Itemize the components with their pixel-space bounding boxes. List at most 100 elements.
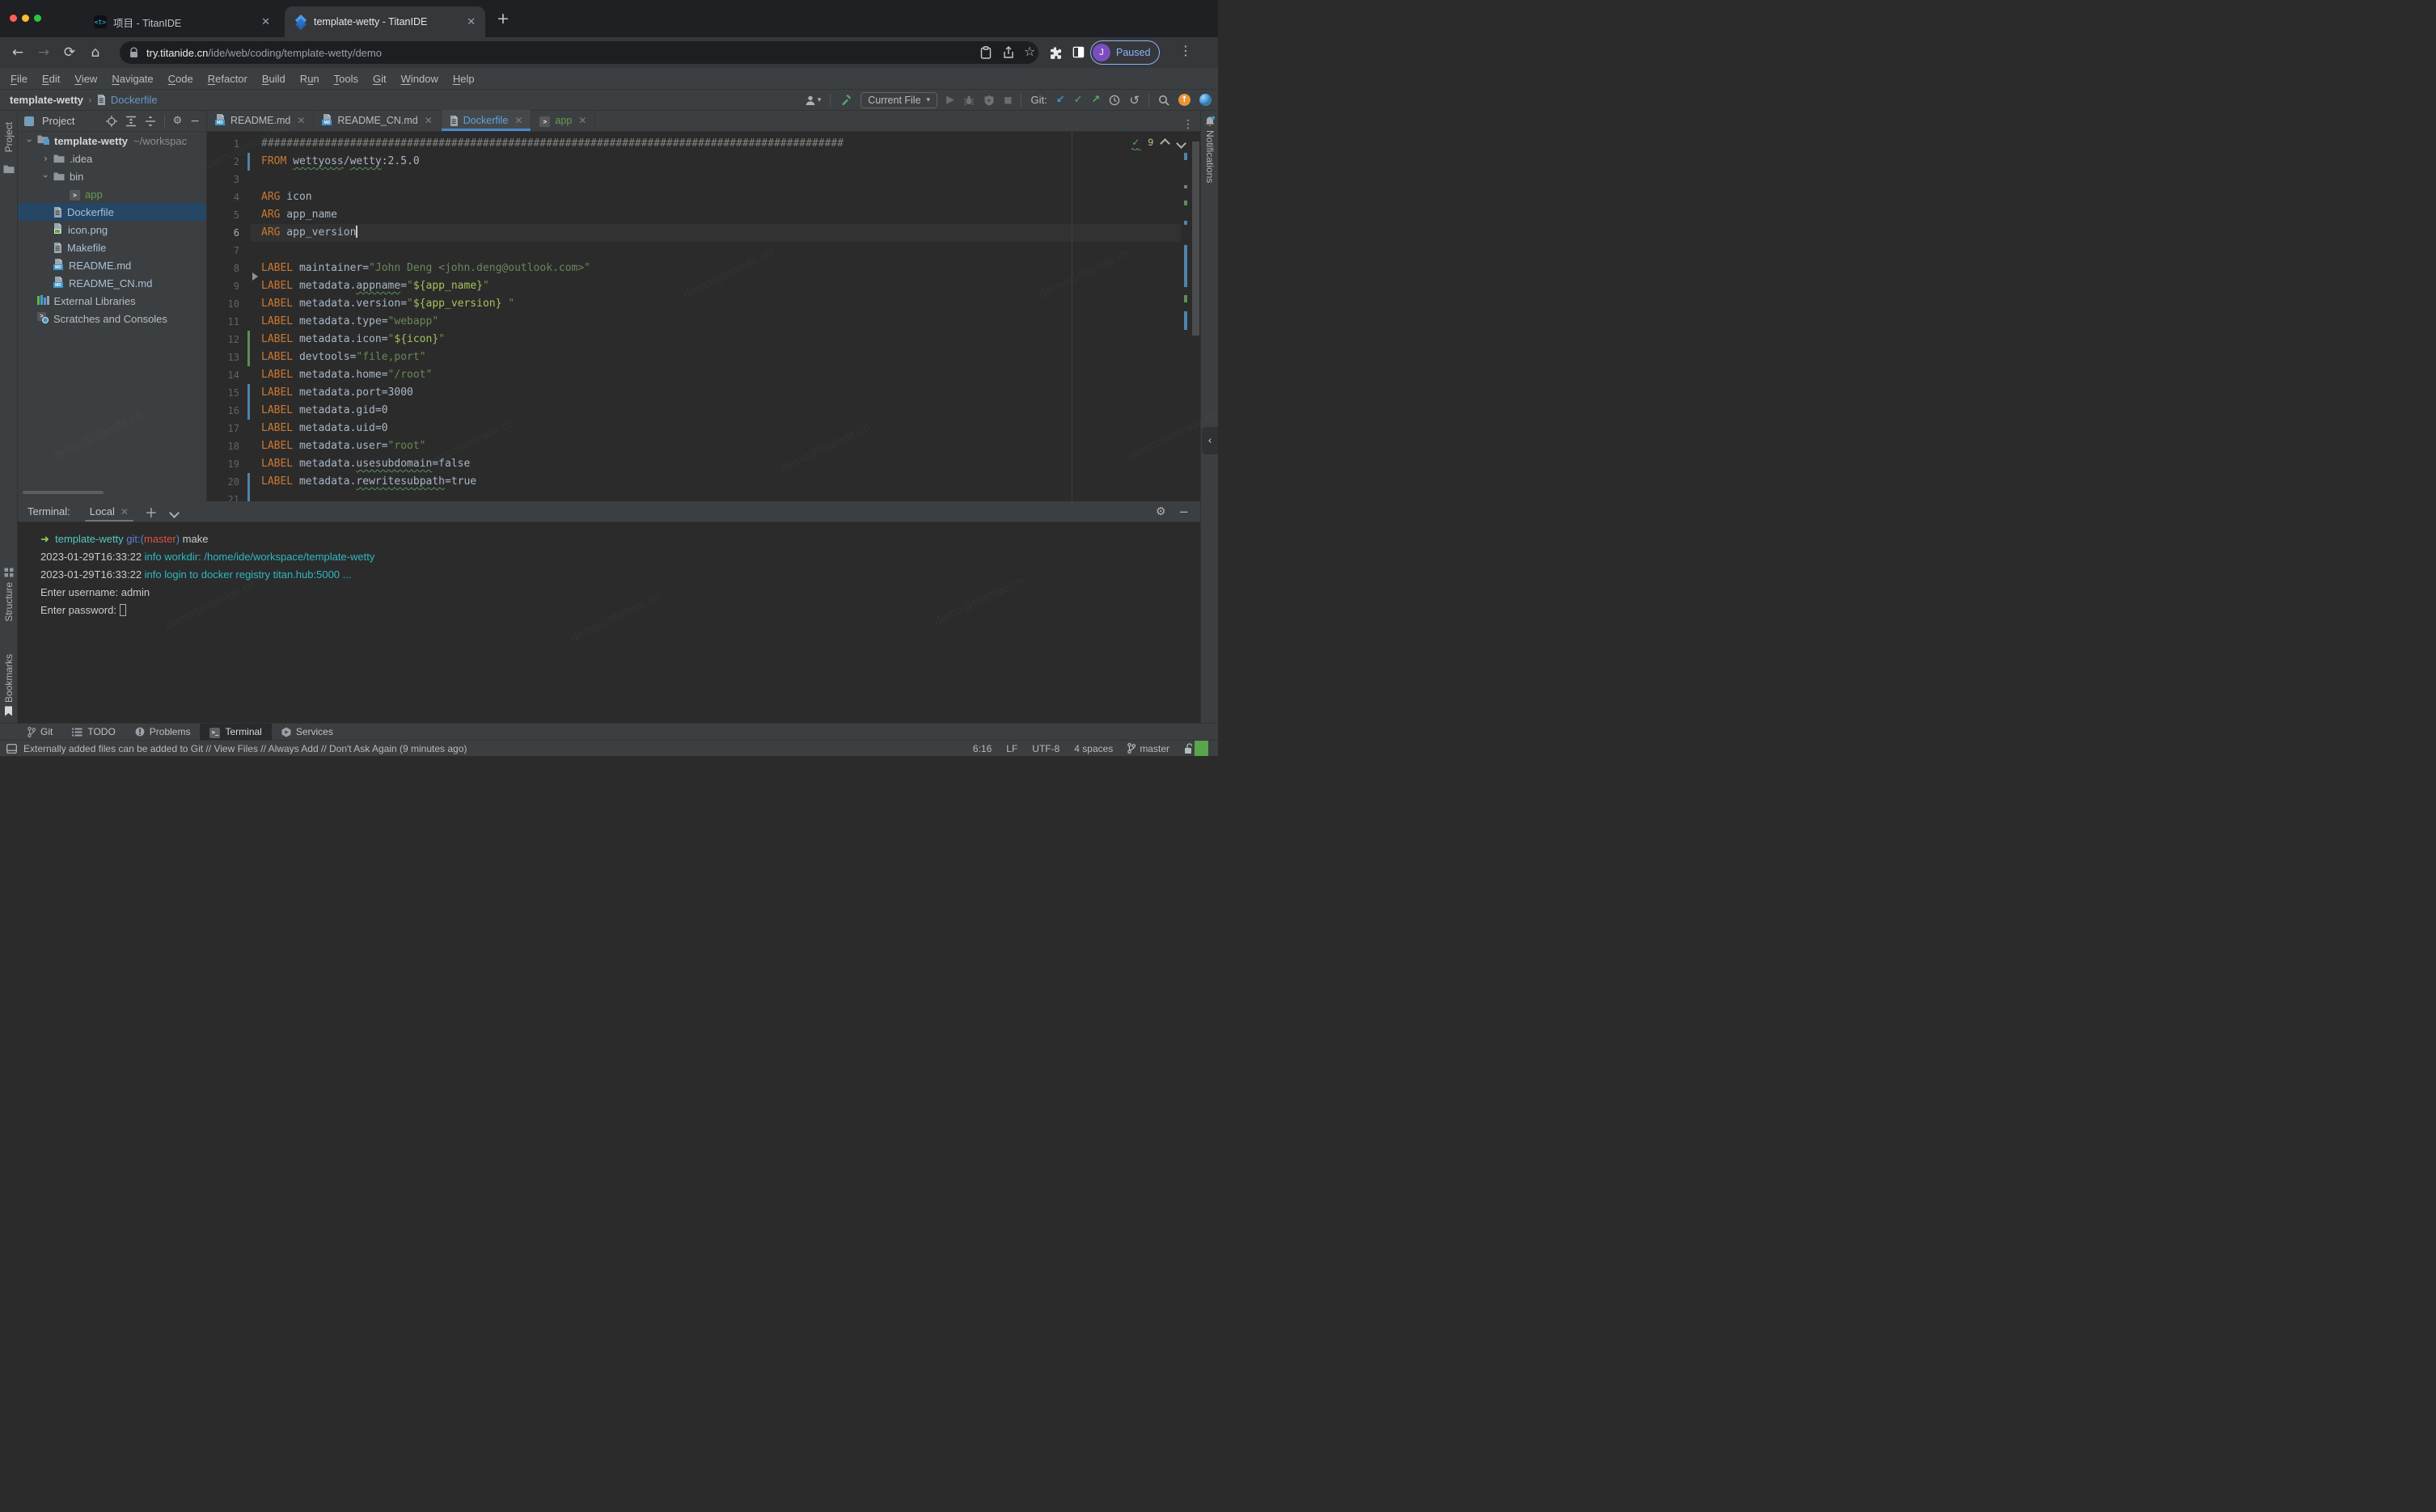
reload-icon[interactable]: ⟳: [57, 44, 82, 61]
menu-help[interactable]: Help: [446, 73, 482, 85]
mac-close-button[interactable]: [10, 15, 17, 22]
tool-window-button-problems[interactable]: Problems: [125, 724, 201, 741]
editor-tab-dockerfile[interactable]: Dockerfile✕: [442, 110, 532, 131]
tree-chevron-icon[interactable]: ›: [24, 137, 36, 146]
bookmark-star-icon[interactable]: ☆: [1024, 44, 1035, 59]
tool-window-button-todo[interactable]: TODO: [62, 724, 125, 741]
terminal-tab-close-icon[interactable]: ✕: [121, 506, 129, 517]
tool-window-button-terminal[interactable]: >_Terminal: [200, 724, 271, 741]
menu-window[interactable]: Window: [394, 73, 446, 85]
stripe-mark[interactable]: [1184, 185, 1187, 188]
unlock-icon[interactable]: [1184, 743, 1194, 754]
tool-tab-notifications[interactable]: Notifications: [1204, 130, 1216, 183]
kebab-menu-icon[interactable]: ⋮: [1179, 43, 1192, 58]
tree-item-readme-cn-md[interactable]: MDREADME_CN.md: [18, 274, 206, 292]
debug-bug-icon[interactable]: [963, 95, 975, 106]
stripe-mark[interactable]: [1184, 221, 1187, 225]
browser-tab-project[interactable]: <t> 项目 - TitanIDE ✕: [86, 8, 278, 36]
tree-item-dockerfile[interactable]: Dockerfile: [18, 203, 206, 221]
git-branch-widget[interactable]: master: [1127, 743, 1169, 754]
tab-close-icon[interactable]: ✕: [261, 15, 270, 28]
stripe-mark[interactable]: [1184, 153, 1187, 160]
tree-item-makefile[interactable]: Makefile: [18, 239, 206, 256]
gear-icon[interactable]: ⚙: [173, 115, 183, 127]
tool-tab-project[interactable]: Project: [3, 122, 15, 152]
menu-file[interactable]: File: [3, 73, 35, 85]
project-panel-title[interactable]: Project: [42, 115, 74, 127]
git-update-icon[interactable]: ↙: [1056, 94, 1065, 106]
menu-edit[interactable]: Edit: [35, 73, 67, 85]
stop-icon[interactable]: ■: [1004, 95, 1012, 105]
run-coverage-icon[interactable]: [983, 95, 995, 106]
folder-strip-icon[interactable]: [3, 164, 15, 174]
tool-window-button-services[interactable]: Services: [272, 724, 343, 741]
bookmark-strip-icon[interactable]: [4, 706, 13, 716]
collapse-all-icon[interactable]: [145, 116, 156, 127]
locate-file-icon[interactable]: [106, 116, 117, 127]
terminal-tab-local[interactable]: Local ✕: [82, 501, 137, 522]
menu-refactor[interactable]: Refactor: [201, 73, 255, 85]
profile-paused-button[interactable]: J Paused: [1090, 40, 1160, 65]
indent-setting[interactable]: 4 spaces: [1074, 743, 1113, 754]
side-panel-icon[interactable]: [1072, 46, 1085, 58]
gutter-run-marker[interactable]: [252, 272, 258, 281]
stripe-mark[interactable]: [1184, 201, 1187, 205]
tree-item-scratches-and-consoles[interactable]: >Scratches and Consoles: [18, 310, 206, 327]
mac-zoom-button[interactable]: [34, 15, 41, 22]
stripe-mark[interactable]: [1184, 245, 1187, 287]
git-commit-check-icon[interactable]: ✓: [1074, 94, 1083, 106]
editor-body[interactable]: 123456789101112131415161718192021 ######…: [207, 132, 1200, 501]
tree-item-bin[interactable]: ›bin: [18, 167, 206, 185]
expand-all-icon[interactable]: [125, 116, 137, 127]
tool-tab-bookmarks[interactable]: Bookmarks: [3, 654, 15, 703]
menu-run[interactable]: Run: [293, 73, 327, 85]
inspections-widget[interactable]: ✓ 9: [1131, 137, 1186, 148]
search-everywhere-icon[interactable]: [1158, 95, 1169, 106]
editor-tab-readme-md[interactable]: MDREADME.md✕: [207, 110, 314, 131]
editor-tab-options-icon[interactable]: ⋮: [1176, 118, 1200, 131]
error-stripe[interactable]: [1181, 132, 1200, 501]
forward-icon[interactable]: →: [31, 44, 57, 61]
build-hammer-icon[interactable]: [839, 94, 852, 106]
tree-item-idea[interactable]: ›.idea: [18, 150, 206, 167]
scrollbar-thumb[interactable]: [1192, 141, 1199, 336]
status-message[interactable]: Externally added files can be added to G…: [23, 743, 467, 754]
address-bar[interactable]: try.titanide.cn/ide/web/coding/template-…: [120, 41, 1038, 64]
user-profile-icon[interactable]: ▾: [805, 95, 822, 106]
stripe-mark[interactable]: [1184, 295, 1187, 302]
tree-item-app[interactable]: >app: [18, 185, 206, 203]
run-icon[interactable]: ▶: [946, 94, 954, 106]
collapse-expander-button[interactable]: ‹: [1202, 427, 1218, 454]
clipboard-icon[interactable]: [980, 46, 992, 59]
tool-tab-structure[interactable]: Structure: [3, 582, 15, 622]
extensions-puzzle-icon[interactable]: [1049, 46, 1062, 59]
tab-close-icon[interactable]: ✕: [297, 115, 305, 126]
line-ending[interactable]: LF: [1006, 743, 1017, 754]
hide-panel-minus-icon[interactable]: −: [190, 115, 200, 128]
menu-git[interactable]: Git: [366, 73, 394, 85]
event-log-icon[interactable]: [6, 744, 17, 754]
structure-strip-icon[interactable]: [4, 568, 14, 577]
ide-brand-icon[interactable]: [1199, 94, 1212, 106]
new-tab-button[interactable]: +: [497, 11, 510, 27]
share-icon[interactable]: [1003, 46, 1014, 59]
tab-close-icon[interactable]: ✕: [514, 115, 522, 126]
menu-code[interactable]: Code: [161, 73, 201, 85]
back-icon[interactable]: ←: [5, 44, 31, 61]
notifications-bell-icon[interactable]: [1204, 116, 1216, 127]
breadcrumb-project[interactable]: template-wetty: [10, 94, 83, 106]
prev-problem-chevron-icon[interactable]: [1161, 140, 1169, 145]
terminal-output[interactable]: ➜ template-wetty git:(master) make2023-0…: [18, 522, 1200, 619]
tree-item-external-libraries[interactable]: External Libraries: [18, 292, 206, 310]
caret-position[interactable]: 6:16: [973, 743, 992, 754]
tree-chevron-icon[interactable]: ›: [40, 172, 52, 181]
terminal-minimize-icon[interactable]: −: [1178, 505, 1189, 519]
stripe-mark[interactable]: [1184, 311, 1187, 330]
horizontal-scrollbar[interactable]: [23, 491, 104, 494]
file-encoding[interactable]: UTF-8: [1032, 743, 1059, 754]
menu-tools[interactable]: Tools: [327, 73, 366, 85]
tab-close-icon[interactable]: ✕: [425, 115, 433, 126]
code-content[interactable]: ########################################…: [261, 135, 844, 501]
tree-item-icon-png[interactable]: icon.png: [18, 221, 206, 239]
tab-close-icon[interactable]: ✕: [467, 15, 476, 28]
